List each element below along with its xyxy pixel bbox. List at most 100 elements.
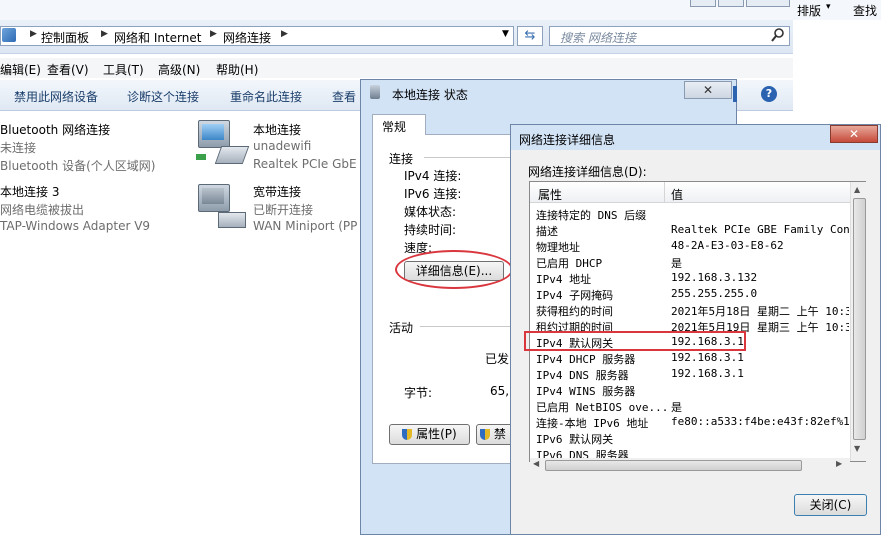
column-header-property[interactable]: 属性	[538, 186, 562, 203]
search-icon[interactable]	[771, 27, 785, 46]
network-adapter-icon[interactable]	[196, 118, 250, 170]
address-dropdown-icon[interactable]: ▼	[502, 29, 509, 39]
connection-name[interactable]: Bluetooth 网络连接	[0, 121, 110, 138]
sort-label[interactable]: 排版	[797, 2, 821, 19]
connection-device: TAP-Windows Adapter V9	[0, 219, 151, 233]
broadband-adapter-icon[interactable]	[196, 182, 246, 232]
row-value[interactable]: 255.255.255.0	[671, 287, 849, 300]
row-property[interactable]: IPv4 子网掩码	[536, 287, 613, 303]
row-property[interactable]: 获得租约的时间	[536, 303, 613, 319]
menu-help[interactable]: 帮助(H)	[216, 61, 258, 78]
breadcrumb-control-panel[interactable]: 控制面板	[41, 29, 89, 46]
help-icon[interactable]: ?	[761, 86, 777, 102]
window-controls	[690, 0, 790, 8]
row-value[interactable]: 192.168.3.1	[671, 367, 849, 380]
close-button[interactable]	[746, 0, 790, 7]
field-ipv6: IPv6 连接:	[404, 187, 462, 201]
row-value[interactable]: Realtek PCIe GBE Family Contro	[671, 223, 849, 236]
row-property[interactable]: IPv4 WINS 服务器	[536, 383, 635, 399]
row-property[interactable]: 连接特定的 DNS 后缀	[536, 207, 646, 223]
connection-name[interactable]: 本地连接 3	[0, 183, 59, 200]
scroll-down-icon[interactable]: ▼	[854, 444, 860, 453]
row-value[interactable]: 192.168.3.1	[671, 351, 849, 364]
section-connection: 连接	[389, 152, 414, 166]
close-button[interactable]: 关闭(C)	[794, 494, 867, 516]
maximize-button[interactable]	[718, 0, 744, 7]
status-close-button[interactable]: ✕	[684, 81, 732, 99]
row-property[interactable]: IPv4 DHCP 服务器	[536, 351, 635, 367]
menu-edit[interactable]: 编辑(E)	[0, 61, 41, 78]
scroll-up-icon[interactable]: ▲	[854, 185, 860, 194]
detail-close-x-button[interactable]: ✕	[830, 125, 878, 143]
scroll-left-icon[interactable]: ◀	[533, 459, 539, 468]
control-panel-icon	[2, 28, 16, 42]
tab-general-label: 常规	[382, 120, 407, 134]
right-desktop-strip	[793, 20, 881, 124]
bytes-value: 65,	[490, 384, 510, 398]
divider	[424, 157, 514, 158]
row-value[interactable]: 是	[671, 399, 849, 415]
row-value[interactable]: fe80::a533:f4be:e43f:82ef%11	[671, 415, 849, 428]
menu-tools[interactable]: 工具(T)	[103, 61, 144, 78]
view-button[interactable]: 查看	[332, 88, 356, 105]
connection-name[interactable]: 本地连接	[253, 121, 301, 138]
row-property[interactable]: 已启用 NetBIOS ove...	[536, 399, 668, 415]
connection-status: 网络电缆被拔出	[0, 203, 85, 217]
horizontal-scrollbar[interactable]: ◀ ▶	[530, 458, 850, 472]
row-property[interactable]: 描述	[536, 223, 558, 239]
chevron-right-icon[interactable]: ▶	[210, 29, 217, 39]
sent-label: 已发	[485, 352, 510, 366]
breadcrumb-network-connections[interactable]: 网络连接	[223, 29, 271, 46]
field-duration: 持续时间:	[404, 223, 457, 237]
chevron-down-icon: ▾	[826, 2, 831, 12]
vertical-scrollbar[interactable]: ▲ ▼	[850, 182, 866, 461]
field-ipv4: IPv4 连接:	[404, 169, 462, 183]
shield-icon	[480, 429, 490, 440]
properties-button-label: 属性(P)	[416, 427, 457, 441]
chevron-right-icon[interactable]: ▶	[281, 29, 288, 39]
disable-button-label: 禁	[493, 427, 506, 441]
connection-device: Realtek PCIe GbE	[253, 157, 357, 171]
diagnose-button[interactable]: 诊断这个连接	[127, 88, 199, 105]
field-media: 媒体状态:	[404, 205, 457, 219]
column-header-value[interactable]: 值	[671, 186, 683, 203]
find-label[interactable]: 查找	[853, 2, 877, 19]
row-property[interactable]: 物理地址	[536, 239, 580, 255]
row-value[interactable]: 192.168.3.132	[671, 271, 849, 284]
connection-status: unadewifi	[253, 139, 312, 153]
status-dialog-title: 本地连接 状态	[392, 88, 468, 102]
bytes-label: 字节:	[404, 386, 433, 400]
scroll-right-icon[interactable]: ▶	[836, 459, 842, 468]
help-icon[interactable]	[733, 86, 737, 102]
connection-status: 已断开连接	[253, 203, 314, 217]
scroll-hthumb[interactable]	[545, 460, 802, 471]
network-status-icon	[370, 85, 380, 99]
section-activity: 活动	[389, 321, 414, 335]
rename-button[interactable]: 重命名此连接	[230, 88, 302, 105]
row-value[interactable]: 48-2A-E3-03-E8-62	[671, 239, 849, 252]
scroll-thumb[interactable]	[853, 198, 866, 440]
row-property[interactable]: IPv6 默认网关	[536, 431, 613, 447]
disable-device-button[interactable]: 禁用此网络设备	[14, 88, 98, 105]
refresh-button[interactable]: ⇆	[517, 26, 543, 46]
row-property[interactable]: IPv4 DNS 服务器	[536, 367, 629, 383]
minimize-button[interactable]	[690, 0, 716, 7]
menu-view[interactable]: 查看(V)	[47, 61, 89, 78]
menu-advanced[interactable]: 高级(N)	[158, 61, 200, 78]
connection-name[interactable]: 宽带连接	[253, 183, 301, 200]
highlight-rectangle	[524, 331, 746, 351]
search-placeholder: 搜索 网络连接	[560, 31, 636, 45]
row-value[interactable]: 是	[671, 255, 849, 271]
row-property[interactable]: IPv4 地址	[536, 271, 591, 287]
breadcrumb-network-internet[interactable]: 网络和 Internet	[114, 29, 201, 46]
close-button-label: 关闭(C)	[809, 498, 852, 512]
row-property[interactable]: 已启用 DHCP	[536, 255, 602, 271]
chevron-right-icon[interactable]: ▶	[101, 29, 108, 39]
connection-device: WAN Miniport (PP	[253, 219, 358, 233]
highlight-ellipse	[395, 250, 513, 289]
chevron-right-icon[interactable]: ▶	[30, 29, 37, 39]
row-value[interactable]: 2021年5月18日 星期二 上午 10:3	[671, 303, 849, 319]
list-header	[530, 182, 850, 203]
properties-button[interactable]: 属性(P)	[389, 424, 470, 445]
row-property[interactable]: 连接-本地 IPv6 地址	[536, 415, 648, 431]
